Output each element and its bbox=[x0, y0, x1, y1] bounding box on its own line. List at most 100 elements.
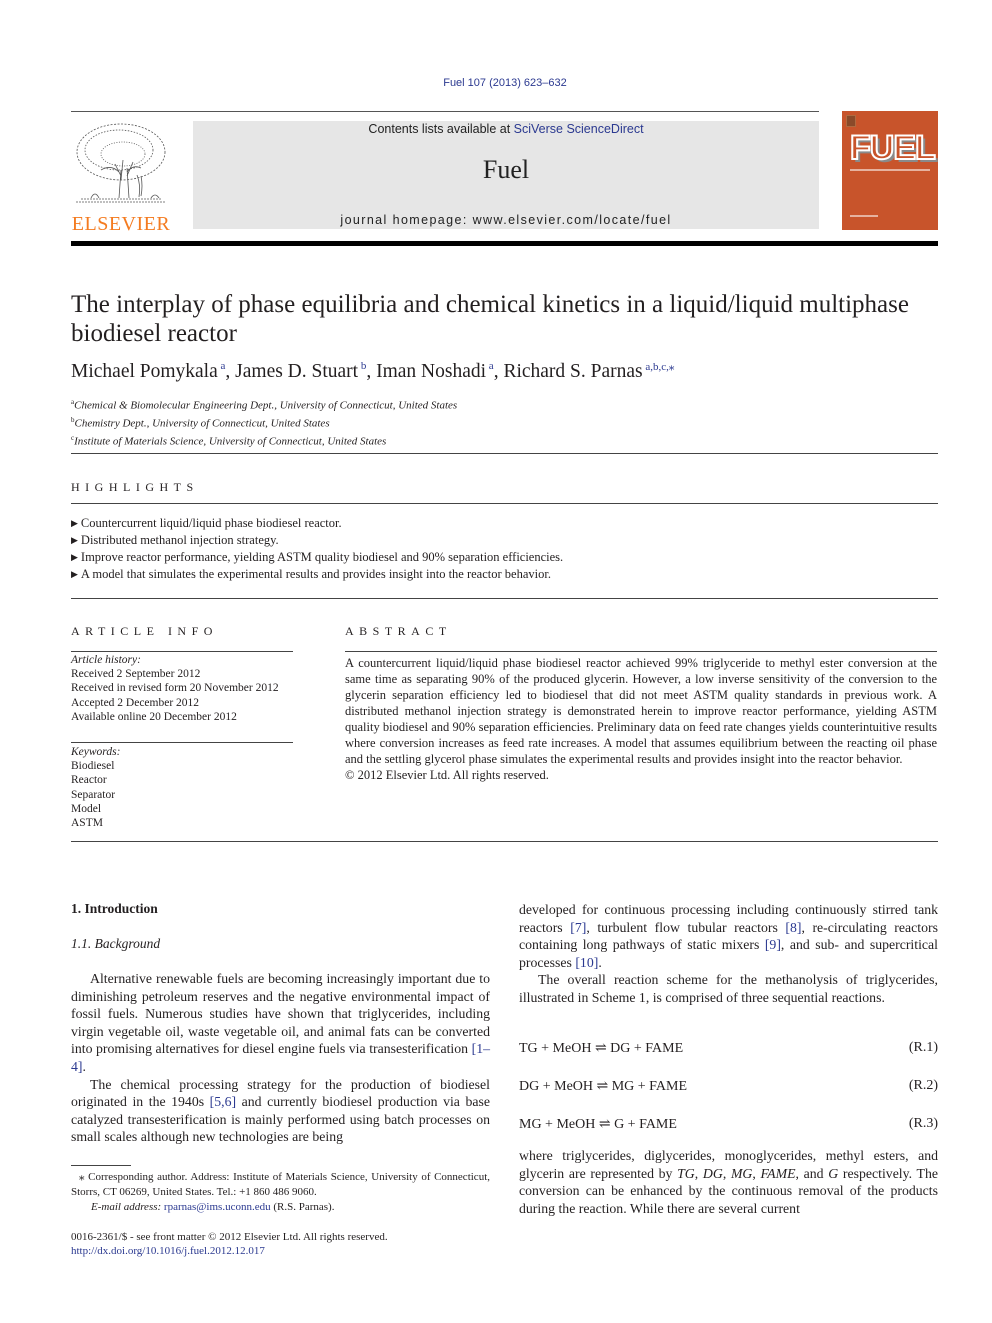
header-rule bbox=[71, 111, 819, 112]
author-separator: , bbox=[493, 361, 504, 382]
equation-r1: TG + MeOH ⇌ DG + FAME (R.1) bbox=[519, 1040, 938, 1057]
journal-citation-link[interactable]: Fuel 107 (2013) 623–632 bbox=[0, 77, 992, 89]
subsection-heading: 1.1. Background bbox=[71, 936, 161, 951]
article-title: The interplay of phase equilibria and ch… bbox=[71, 291, 909, 347]
author-affiliation-marker[interactable]: a bbox=[218, 360, 226, 372]
italic-term: TG bbox=[677, 1165, 695, 1181]
keyword: Model bbox=[71, 802, 102, 815]
text-run: , bbox=[722, 1165, 731, 1181]
italic-term: MG bbox=[730, 1165, 753, 1181]
history-label: Article history: bbox=[71, 654, 141, 666]
author-affiliation-marker[interactable]: a,b,c,⁎ bbox=[643, 361, 674, 373]
paragraph: Alternative renewable fuels are becoming… bbox=[71, 970, 490, 1076]
equation-number: (R.1) bbox=[908, 1040, 938, 1055]
affiliation-text: Institute of Materials Science, Universi… bbox=[74, 435, 387, 448]
abstract: A countercurrent liquid/liquid phase bio… bbox=[345, 655, 937, 783]
text-run: Alternative renewable fuels are becoming… bbox=[71, 971, 490, 1057]
divider bbox=[71, 503, 938, 504]
contents-line: Contents lists available at SciVerse Sci… bbox=[193, 122, 819, 136]
history-received: Received 2 September 2012 bbox=[71, 668, 201, 681]
divider bbox=[71, 651, 293, 652]
divider bbox=[345, 651, 937, 652]
article-info-heading: ARTICLE INFO bbox=[71, 624, 218, 638]
elsevier-tree-icon bbox=[76, 123, 166, 203]
author-name[interactable]: Michael Pomykala bbox=[71, 361, 218, 382]
citation-link[interactable]: [9] bbox=[765, 937, 781, 952]
history-accepted: Accepted 2 December 2012 bbox=[71, 696, 200, 709]
keywords: Keywords: Biodiesel Reactor Separator Mo… bbox=[71, 745, 293, 830]
paragraph: The chemical processing strategy for the… bbox=[71, 1076, 490, 1146]
cover-logo-icon bbox=[846, 115, 856, 127]
journal-banner: Contents lists available at SciVerse Sci… bbox=[193, 121, 819, 229]
footnotes: ⁎ Corresponding author. Address: Institu… bbox=[71, 1170, 490, 1215]
history-revised: Received in revised form 20 November 201… bbox=[71, 682, 279, 695]
divider bbox=[71, 841, 938, 842]
email-suffix: (R.S. Parnas). bbox=[270, 1201, 335, 1213]
section-heading: 1. Introduction bbox=[71, 901, 158, 916]
paragraph: The overall reaction scheme for the meth… bbox=[519, 972, 938, 1005]
author-name[interactable]: Richard S. Parnas bbox=[503, 361, 642, 382]
text-run: , bbox=[752, 1165, 761, 1181]
equation-expression: TG + MeOH ⇌ DG + FAME bbox=[519, 1041, 684, 1056]
equation-expression: DG + MeOH ⇌ MG + FAME bbox=[519, 1079, 688, 1094]
elsevier-logo[interactable]: ELSEVIER bbox=[71, 120, 171, 235]
front-matter: 0016-2361/$ - see front matter © 2012 El… bbox=[71, 1230, 388, 1258]
cover-title: FUEL bbox=[849, 128, 937, 168]
email-note: E-mail address: rparnas@ims.uconn.edu (R… bbox=[71, 1200, 490, 1215]
right-column-text: developed for continuous processing incl… bbox=[519, 901, 938, 1007]
left-column-text: Alternative renewable fuels are becoming… bbox=[71, 970, 490, 1146]
citation-link[interactable]: [8] bbox=[785, 920, 801, 935]
citation-link[interactable]: [5,6] bbox=[210, 1094, 236, 1109]
italic-term: DG bbox=[702, 1165, 723, 1181]
equation-expression: MG + MeOH ⇌ G + FAME bbox=[519, 1117, 677, 1132]
email-label: E-mail address: bbox=[91, 1201, 164, 1213]
equation-r2: DG + MeOH ⇌ MG + FAME (R.2) bbox=[519, 1078, 938, 1095]
highlights-heading: HIGHLIGHTS bbox=[71, 480, 199, 494]
divider bbox=[71, 598, 938, 599]
text-run: , and bbox=[795, 1165, 829, 1181]
citation-link[interactable]: [7] bbox=[570, 920, 586, 935]
email-link[interactable]: rparnas@ims.uconn.edu bbox=[164, 1201, 271, 1213]
text-run: . bbox=[598, 954, 602, 970]
author-affiliation-marker[interactable]: a bbox=[486, 360, 494, 372]
journal-homepage-link[interactable]: journal homepage: www.elsevier.com/locat… bbox=[193, 213, 819, 227]
keywords-label: Keywords: bbox=[71, 746, 121, 758]
sciencedirect-link[interactable]: SciVerse ScienceDirect bbox=[514, 122, 644, 136]
text-run: . bbox=[82, 1058, 86, 1074]
divider bbox=[71, 453, 938, 454]
affiliation-c: cInstitute of Materials Science, Univers… bbox=[71, 431, 457, 449]
front-matter-text: 0016-2361/$ - see front matter © 2012 El… bbox=[71, 1231, 388, 1243]
abstract-copyright: © 2012 Elsevier Ltd. All rights reserved… bbox=[345, 768, 549, 782]
corresponding-author-note: ⁎ Corresponding author. Address: Institu… bbox=[71, 1171, 490, 1198]
highlight-item: A model that simulates the experimental … bbox=[71, 566, 563, 583]
author-separator: , bbox=[366, 361, 377, 382]
author-affiliation-marker[interactable]: b bbox=[358, 360, 367, 372]
paragraph: developed for continuous processing incl… bbox=[519, 901, 938, 971]
affiliation-text: Chemistry Dept., University of Connectic… bbox=[74, 417, 330, 430]
abstract-heading: ABSTRACT bbox=[345, 624, 452, 638]
keyword: Separator bbox=[71, 788, 116, 801]
keyword: ASTM bbox=[71, 817, 103, 830]
affiliation-a: aChemical & Biomolecular Engineering Dep… bbox=[71, 395, 457, 413]
keyword: Biodiesel bbox=[71, 760, 115, 773]
affiliation-text: Chemical & Biomolecular Engineering Dept… bbox=[74, 399, 458, 412]
doi-link[interactable]: http://dx.doi.org/10.1016/j.fuel.2012.12… bbox=[71, 1245, 265, 1257]
citation-link[interactable]: [10] bbox=[575, 955, 598, 970]
affiliation-b: bChemistry Dept., University of Connecti… bbox=[71, 413, 457, 431]
cover-footer-line bbox=[850, 215, 878, 217]
equation-r3: MG + MeOH ⇌ G + FAME (R.3) bbox=[519, 1116, 938, 1133]
highlight-item: Improve reactor performance, yielding AS… bbox=[71, 549, 563, 566]
footnote-rule bbox=[71, 1165, 131, 1166]
journal-cover-thumbnail[interactable]: FUEL bbox=[842, 111, 938, 230]
paragraph: where triglycerides, diglycerides, monog… bbox=[519, 1147, 938, 1217]
journal-title: Fuel bbox=[482, 155, 530, 184]
divider bbox=[71, 742, 293, 743]
author-list: Michael Pomykala a, James D. Stuart b, I… bbox=[71, 360, 674, 383]
affiliations: aChemical & Biomolecular Engineering Dep… bbox=[71, 395, 457, 449]
italic-term: FAME bbox=[760, 1165, 796, 1181]
author-name[interactable]: Iman Noshadi bbox=[376, 361, 486, 382]
right-column-text-continued: where triglycerides, diglycerides, monog… bbox=[519, 1147, 938, 1217]
highlight-item: Countercurrent liquid/liquid phase biodi… bbox=[71, 515, 563, 532]
author-name[interactable]: James D. Stuart bbox=[235, 361, 358, 382]
contents-prefix: Contents lists available at bbox=[368, 122, 514, 136]
